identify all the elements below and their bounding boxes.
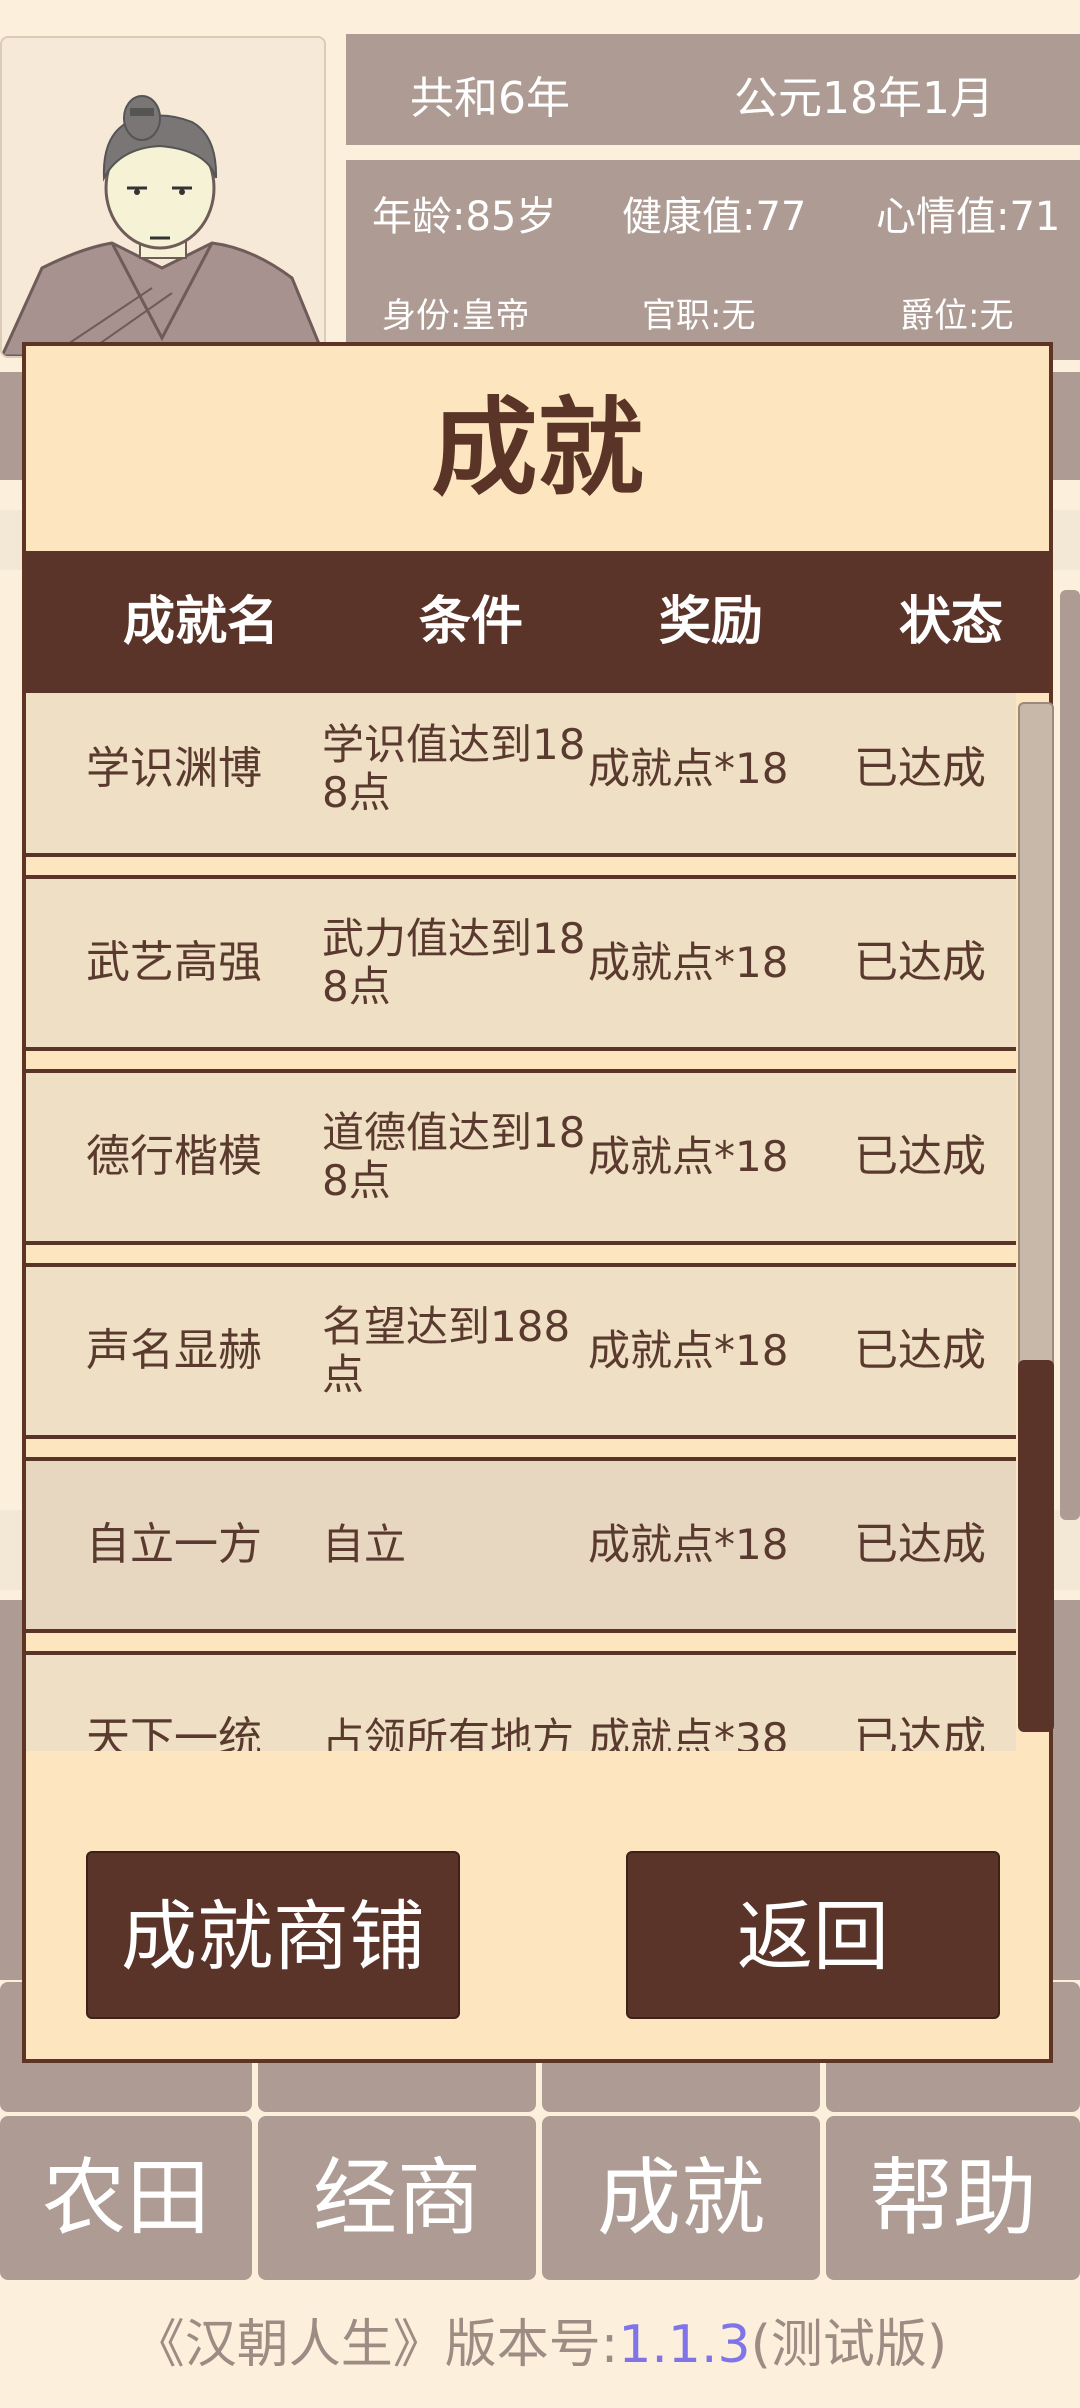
achievement-reward: 成就点*18 [588, 1132, 789, 1181]
achievement-condition: 名望达到188点 [322, 1302, 571, 1399]
achievement-name: 学识渊博 [86, 743, 262, 794]
emperor-portrait [2, 95, 324, 356]
age-stat: 年龄:85岁 [372, 194, 557, 240]
table-row[interactable]: 学识渊博 学识值达到188点 成就点*18 已达成 [26, 693, 1016, 857]
version-footer: 《汉朝人生》版本号:1.1.3(测试版) [0, 2305, 1080, 2385]
achievement-name: 声名显赫 [86, 1325, 262, 1376]
nav-help-button[interactable]: 帮助 [826, 2116, 1080, 2280]
nav-farmland-button[interactable]: 农田 [0, 2116, 252, 2280]
office-stat: 官职:无 [642, 296, 756, 336]
dialog-title: 成就 [431, 387, 644, 510]
column-header-condition: 条件 [418, 592, 523, 652]
achievements-dialog: 成就 成就名 条件 奖励 状态 学识渊博 学识值达到188点 成就点*18 已达… [22, 342, 1054, 2063]
achievement-status: 已达成 [854, 1713, 986, 1751]
achievement-name: 天下一统 [86, 1713, 262, 1751]
player-stats: 年龄:85岁 健康值:77 心情值:71 身份:皇帝 官职:无 爵位:无 [346, 160, 1080, 360]
mood-stat: 心情值:71 [876, 194, 1061, 240]
achievement-name: 自立一方 [86, 1519, 262, 1570]
achievement-reward: 成就点*18 [588, 1520, 789, 1569]
table-row[interactable]: 自立一方 自立 成就点*18 已达成 [26, 1457, 1016, 1633]
health-stat: 健康值:77 [622, 194, 807, 240]
table-row[interactable]: 天下一统 占领所有地方 成就点*38 已达成 [26, 1651, 1016, 1751]
achievement-status: 已达成 [854, 937, 986, 988]
nav-trade-button[interactable]: 经商 [258, 2116, 536, 2280]
table-header: 成就名 条件 奖励 状态 [26, 551, 1049, 693]
table-row[interactable]: 声名显赫 名望达到188点 成就点*18 已达成 [26, 1263, 1016, 1439]
achievement-reward: 成就点*18 [588, 1326, 789, 1375]
footer-prefix: 《汉朝人生》版本号: [132, 2315, 619, 2375]
list-scrollbar-thumb[interactable] [1018, 1360, 1054, 1732]
date-label: 公元18年1月 [734, 73, 994, 124]
achievement-status: 已达成 [854, 743, 986, 794]
column-header-name: 成就名 [122, 592, 279, 652]
version-number: 1.1.3 [618, 2315, 751, 2375]
achievement-status: 已达成 [854, 1131, 986, 1182]
player-avatar-card [0, 36, 326, 358]
achievement-shop-button[interactable]: 成就商铺 [86, 1851, 460, 2019]
date-bar: 共和6年 公元18年1月 [346, 34, 1080, 145]
achievement-name: 武艺高强 [86, 937, 262, 988]
nav-achievements-button[interactable]: 成就 [542, 2116, 820, 2280]
column-header-status: 状态 [898, 592, 1003, 652]
footer-suffix: (测试版) [750, 2315, 948, 2375]
achievement-reward: 成就点*18 [588, 744, 789, 793]
rank-stat: 爵位:无 [900, 296, 1014, 336]
table-row[interactable]: 德行楷模 道德值达到188点 成就点*18 已达成 [26, 1069, 1016, 1245]
era-label: 共和6年 [410, 73, 570, 124]
achievement-reward: 成就点*38 [588, 1714, 789, 1751]
column-header-reward: 奖励 [658, 592, 763, 652]
achievement-condition: 道德值达到188点 [322, 1108, 586, 1205]
achievement-condition: 武力值达到188点 [322, 914, 586, 1011]
back-button[interactable]: 返回 [626, 1851, 1000, 2019]
identity-stat: 身份:皇帝 [382, 296, 530, 336]
achievement-status: 已达成 [854, 1519, 986, 1570]
achievement-reward: 成就点*18 [588, 938, 789, 987]
table-row[interactable]: 武艺高强 武力值达到188点 成就点*18 已达成 [26, 875, 1016, 1051]
achievement-list[interactable]: 学识渊博 学识值达到188点 成就点*18 已达成 武艺高强 武力值达到188点… [26, 693, 1026, 1751]
achievement-condition: 自立 [322, 1520, 407, 1569]
achievement-status: 已达成 [854, 1325, 986, 1376]
achievement-condition: 学识值达到188点 [322, 720, 586, 817]
background-scrollbar [1060, 590, 1080, 1520]
achievement-condition: 占领所有地方 [322, 1714, 575, 1752]
achievement-name: 德行楷模 [86, 1131, 262, 1182]
